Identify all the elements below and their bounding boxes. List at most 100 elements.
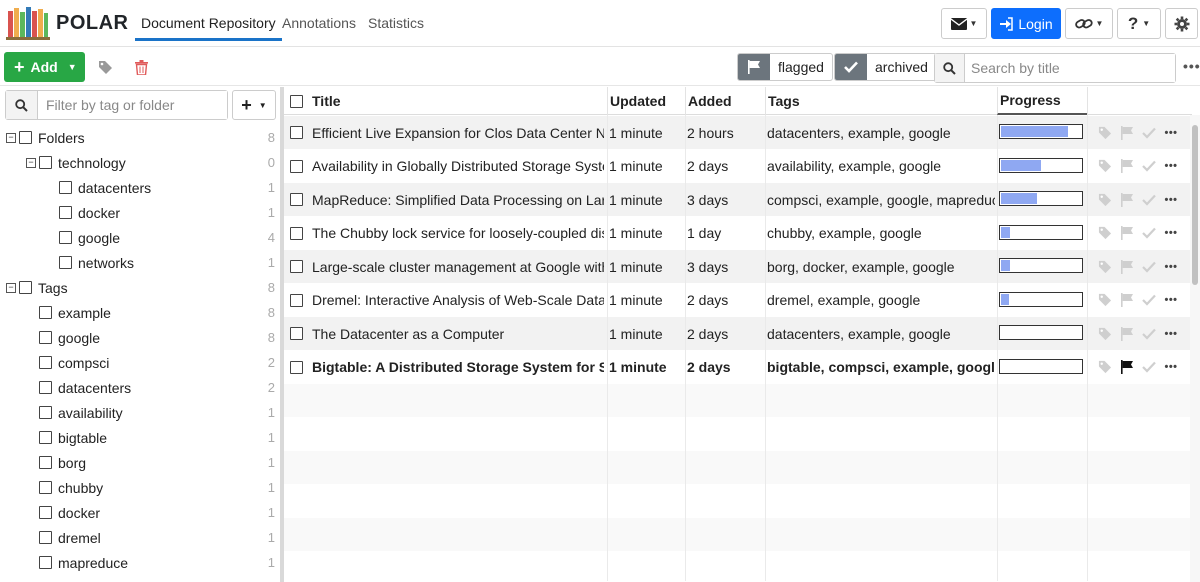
tree-checkbox[interactable] (39, 506, 52, 519)
row-checkbox[interactable] (290, 317, 303, 350)
collapse-toggle[interactable]: − (26, 157, 36, 168)
row-more-button[interactable]: ••• (1160, 361, 1182, 373)
tree-checkbox[interactable] (39, 381, 52, 394)
tree-checkbox[interactable] (39, 306, 52, 319)
tree-node-folder[interactable]: docker (59, 200, 120, 225)
cell-title[interactable]: Availability in Globally Distributed Sto… (312, 150, 604, 183)
column-header-added[interactable]: Added (685, 87, 765, 115)
row-checkbox[interactable] (290, 284, 303, 317)
tree-checkbox[interactable] (39, 356, 52, 369)
column-header-updated[interactable]: Updated (607, 87, 685, 115)
tree-node-technology[interactable]: − technology (26, 150, 126, 175)
tree-node-tags[interactable]: − Tags (6, 275, 68, 300)
row-tag-button[interactable] (1094, 126, 1116, 140)
table-row[interactable]: The Datacenter as a Computer 1 minute 2 … (284, 317, 1192, 350)
tree-node-folder[interactable]: google (59, 225, 120, 250)
table-row[interactable]: Dremel: Interactive Analysis of Web-Scal… (284, 284, 1192, 317)
row-archive-button[interactable] (1138, 227, 1160, 239)
row-flag-button[interactable] (1116, 226, 1138, 240)
cell-title[interactable]: MapReduce: Simplified Data Processing on… (312, 183, 604, 216)
table-row[interactable]: Availability in Globally Distributed Sto… (284, 150, 1192, 183)
tree-node-tag[interactable]: bigtable (39, 425, 107, 450)
messages-dropdown-button[interactable]: ▼ (941, 8, 987, 39)
tree-node-folder[interactable]: networks (59, 250, 134, 275)
row-tag-button[interactable] (1094, 159, 1116, 173)
table-row[interactable]: Large-scale cluster management at Google… (284, 250, 1192, 283)
column-header-title[interactable]: Title (312, 87, 341, 115)
more-options-icon[interactable]: ••• (1183, 58, 1200, 74)
tree-checkbox[interactable] (39, 481, 52, 494)
table-row[interactable]: Bigtable: A Distributed Storage System f… (284, 351, 1192, 384)
tree-checkbox[interactable] (39, 331, 52, 344)
row-archive-button[interactable] (1138, 127, 1160, 139)
tree-checkbox[interactable] (39, 456, 52, 469)
tree-node-tag[interactable]: dremel (39, 525, 101, 550)
row-flag-button[interactable] (1116, 259, 1138, 274)
tree-checkbox[interactable] (59, 256, 72, 269)
archived-filter-toggle[interactable]: archived (834, 53, 937, 81)
row-flag-button[interactable] (1116, 125, 1138, 140)
table-row[interactable]: The Chubby lock service for loosely-coup… (284, 217, 1192, 250)
tab-document-repository[interactable]: Document Repository (135, 15, 282, 41)
row-more-button[interactable]: ••• (1160, 328, 1182, 340)
row-archive-button[interactable] (1138, 261, 1160, 273)
row-flag-button[interactable] (1116, 159, 1138, 173)
tree-checkbox[interactable] (39, 531, 52, 544)
tree-checkbox[interactable] (39, 156, 52, 169)
cell-title[interactable]: The Datacenter as a Computer (312, 317, 604, 350)
tree-checkbox[interactable] (19, 131, 32, 144)
cell-title[interactable]: Dremel: Interactive Analysis of Web-Scal… (312, 284, 604, 317)
tree-checkbox[interactable] (39, 556, 52, 569)
row-tag-button[interactable] (1094, 260, 1116, 274)
row-archive-button[interactable] (1138, 160, 1160, 172)
login-button[interactable]: Login (991, 8, 1061, 39)
brand-title[interactable]: POLAR (56, 12, 129, 35)
tree-node-tag[interactable]: google (39, 325, 100, 350)
row-archive-button[interactable] (1138, 294, 1160, 306)
tree-checkbox[interactable] (59, 231, 72, 244)
row-archive-button[interactable] (1138, 328, 1160, 340)
tree-checkbox[interactable] (59, 181, 72, 194)
filter-input[interactable] (38, 91, 227, 119)
collapse-toggle[interactable]: − (6, 132, 16, 143)
tree-node-folders[interactable]: − Folders (6, 125, 85, 150)
tree-checkbox[interactable] (39, 406, 52, 419)
row-flag-button[interactable] (1116, 293, 1138, 307)
row-tag-button[interactable] (1094, 360, 1116, 374)
tree-node-tag[interactable]: docker (39, 500, 100, 525)
tree-checkbox[interactable] (19, 281, 32, 294)
table-scrollbar[interactable] (1190, 115, 1200, 582)
tree-node-tag[interactable]: availability (39, 400, 123, 425)
tab-annotations[interactable]: Annotations (282, 15, 356, 31)
links-dropdown-button[interactable]: ▼ (1065, 8, 1113, 39)
settings-button[interactable] (1165, 8, 1198, 39)
table-row[interactable]: MapReduce: Simplified Data Processing on… (284, 183, 1192, 216)
row-checkbox[interactable] (290, 217, 303, 250)
tree-node-tag[interactable]: datacenters (39, 375, 131, 400)
row-more-button[interactable]: ••• (1160, 127, 1182, 139)
cell-title[interactable]: Efficient Live Expansion for Clos Data C… (312, 116, 604, 149)
row-tag-button[interactable] (1094, 327, 1116, 341)
cell-title[interactable]: Bigtable: A Distributed Storage System f… (312, 351, 604, 384)
flagged-filter-toggle[interactable]: flagged (737, 53, 833, 81)
tree-node-folder[interactable]: datacenters (59, 175, 151, 200)
row-tag-button[interactable] (1094, 193, 1116, 207)
tree-checkbox[interactable] (59, 206, 72, 219)
search-input[interactable] (965, 54, 1175, 82)
cell-title[interactable]: Large-scale cluster management at Google… (312, 250, 604, 283)
row-tag-button[interactable] (1094, 226, 1116, 240)
row-more-button[interactable]: ••• (1160, 261, 1182, 273)
row-checkbox[interactable] (290, 183, 303, 216)
row-more-button[interactable]: ••• (1160, 160, 1182, 172)
tree-node-tag[interactable]: compsci (39, 350, 109, 375)
row-more-button[interactable]: ••• (1160, 227, 1182, 239)
table-row[interactable]: Efficient Live Expansion for Clos Data C… (284, 116, 1192, 149)
row-checkbox[interactable] (290, 250, 303, 283)
scrollbar-thumb[interactable] (1192, 125, 1198, 285)
tree-node-tag[interactable]: chubby (39, 475, 103, 500)
row-checkbox[interactable] (290, 351, 303, 384)
delete-button[interactable] (126, 52, 156, 82)
collapse-toggle[interactable]: − (6, 282, 16, 293)
column-header-tags[interactable]: Tags (765, 87, 995, 115)
row-tag-button[interactable] (1094, 293, 1116, 307)
